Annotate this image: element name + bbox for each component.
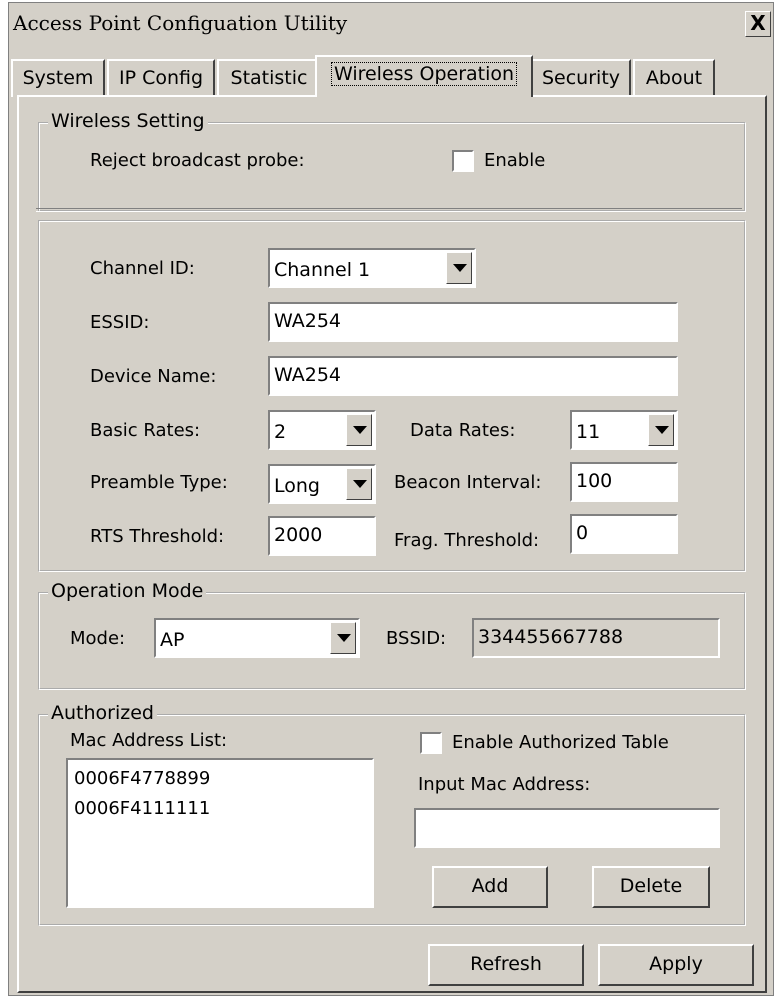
essid-label: ESSID:	[90, 312, 150, 333]
mac-address-list[interactable]: 0006F4778899 0006F4111111	[66, 758, 374, 908]
list-item[interactable]: 0006F4778899	[74, 764, 366, 794]
mode-label: Mode:	[70, 628, 126, 649]
data-rates-label: Data Rates:	[410, 420, 516, 441]
reject-broadcast-label: Reject broadcast probe:	[90, 150, 305, 171]
preamble-type-value: Long	[274, 475, 320, 497]
bssid-field: 334455667788	[472, 618, 720, 658]
channel-id-value: Channel 1	[274, 259, 371, 281]
reject-broadcast-enable-label: Enable	[484, 150, 546, 171]
beacon-interval-label: Beacon Interval:	[394, 472, 542, 493]
chevron-down-icon[interactable]	[330, 622, 356, 654]
input-mac-address-label: Input Mac Address:	[418, 774, 591, 795]
add-button[interactable]: Add	[432, 866, 548, 908]
tab-about[interactable]: About	[633, 59, 715, 97]
essid-input[interactable]: WA254	[268, 302, 678, 342]
wireless-setting-legend: Wireless Setting	[48, 110, 208, 132]
authorized-legend: Authorized	[48, 702, 157, 724]
list-item[interactable]: 0006F4111111	[74, 794, 366, 824]
window-title: Access Point Configuation Utility	[13, 11, 348, 35]
chevron-down-icon[interactable]	[346, 468, 372, 500]
basic-rates-select[interactable]: 2	[268, 410, 376, 450]
tab-wireless-operation[interactable]: Wireless Operation	[315, 55, 533, 97]
device-name-label: Device Name:	[90, 366, 217, 387]
rts-threshold-input[interactable]: 2000	[268, 516, 376, 556]
tab-wireless-operation-label: Wireless Operation	[330, 62, 518, 86]
frag-threshold-input[interactable]: 0	[570, 514, 678, 554]
rts-threshold-label: RTS Threshold:	[90, 526, 225, 547]
reject-broadcast-checkbox[interactable]	[452, 150, 474, 172]
divider	[36, 208, 742, 212]
mode-select[interactable]: AP	[154, 618, 360, 658]
title-bar: Access Point Configuation Utility X	[9, 3, 773, 43]
basic-rates-label: Basic Rates:	[90, 420, 201, 441]
beacon-interval-input[interactable]: 100	[570, 462, 678, 502]
frag-threshold-label: Frag. Threshold:	[394, 530, 540, 551]
close-button[interactable]: X	[745, 11, 771, 37]
tab-statistic[interactable]: Statistic	[217, 59, 321, 97]
tab-ip-config[interactable]: IP Config	[107, 59, 215, 97]
channel-id-select[interactable]: Channel 1	[268, 248, 476, 288]
mac-address-list-label: Mac Address List:	[70, 730, 228, 751]
device-name-input[interactable]: WA254	[268, 356, 678, 396]
basic-rates-value: 2	[274, 421, 287, 443]
tab-system[interactable]: System	[11, 59, 105, 97]
data-rates-select[interactable]: 11	[570, 410, 678, 450]
apply-button[interactable]: Apply	[598, 944, 754, 986]
mac-address-input[interactable]	[414, 808, 720, 848]
data-rates-value: 11	[576, 421, 601, 443]
tab-security[interactable]: Security	[531, 59, 631, 97]
channel-id-label: Channel ID:	[90, 258, 195, 279]
delete-button[interactable]: Delete	[592, 866, 710, 908]
refresh-button[interactable]: Refresh	[428, 944, 584, 986]
bssid-label: BSSID:	[386, 628, 447, 649]
mode-value: AP	[160, 629, 185, 651]
preamble-type-label: Preamble Type:	[90, 472, 228, 493]
preamble-type-select[interactable]: Long	[268, 464, 376, 504]
operation-mode-legend: Operation Mode	[48, 580, 207, 602]
chevron-down-icon[interactable]	[346, 414, 372, 446]
enable-authorized-table-label: Enable Authorized Table	[452, 732, 669, 753]
enable-authorized-table-checkbox[interactable]	[420, 732, 442, 754]
chevron-down-icon[interactable]	[446, 252, 472, 284]
chevron-down-icon[interactable]	[648, 414, 674, 446]
